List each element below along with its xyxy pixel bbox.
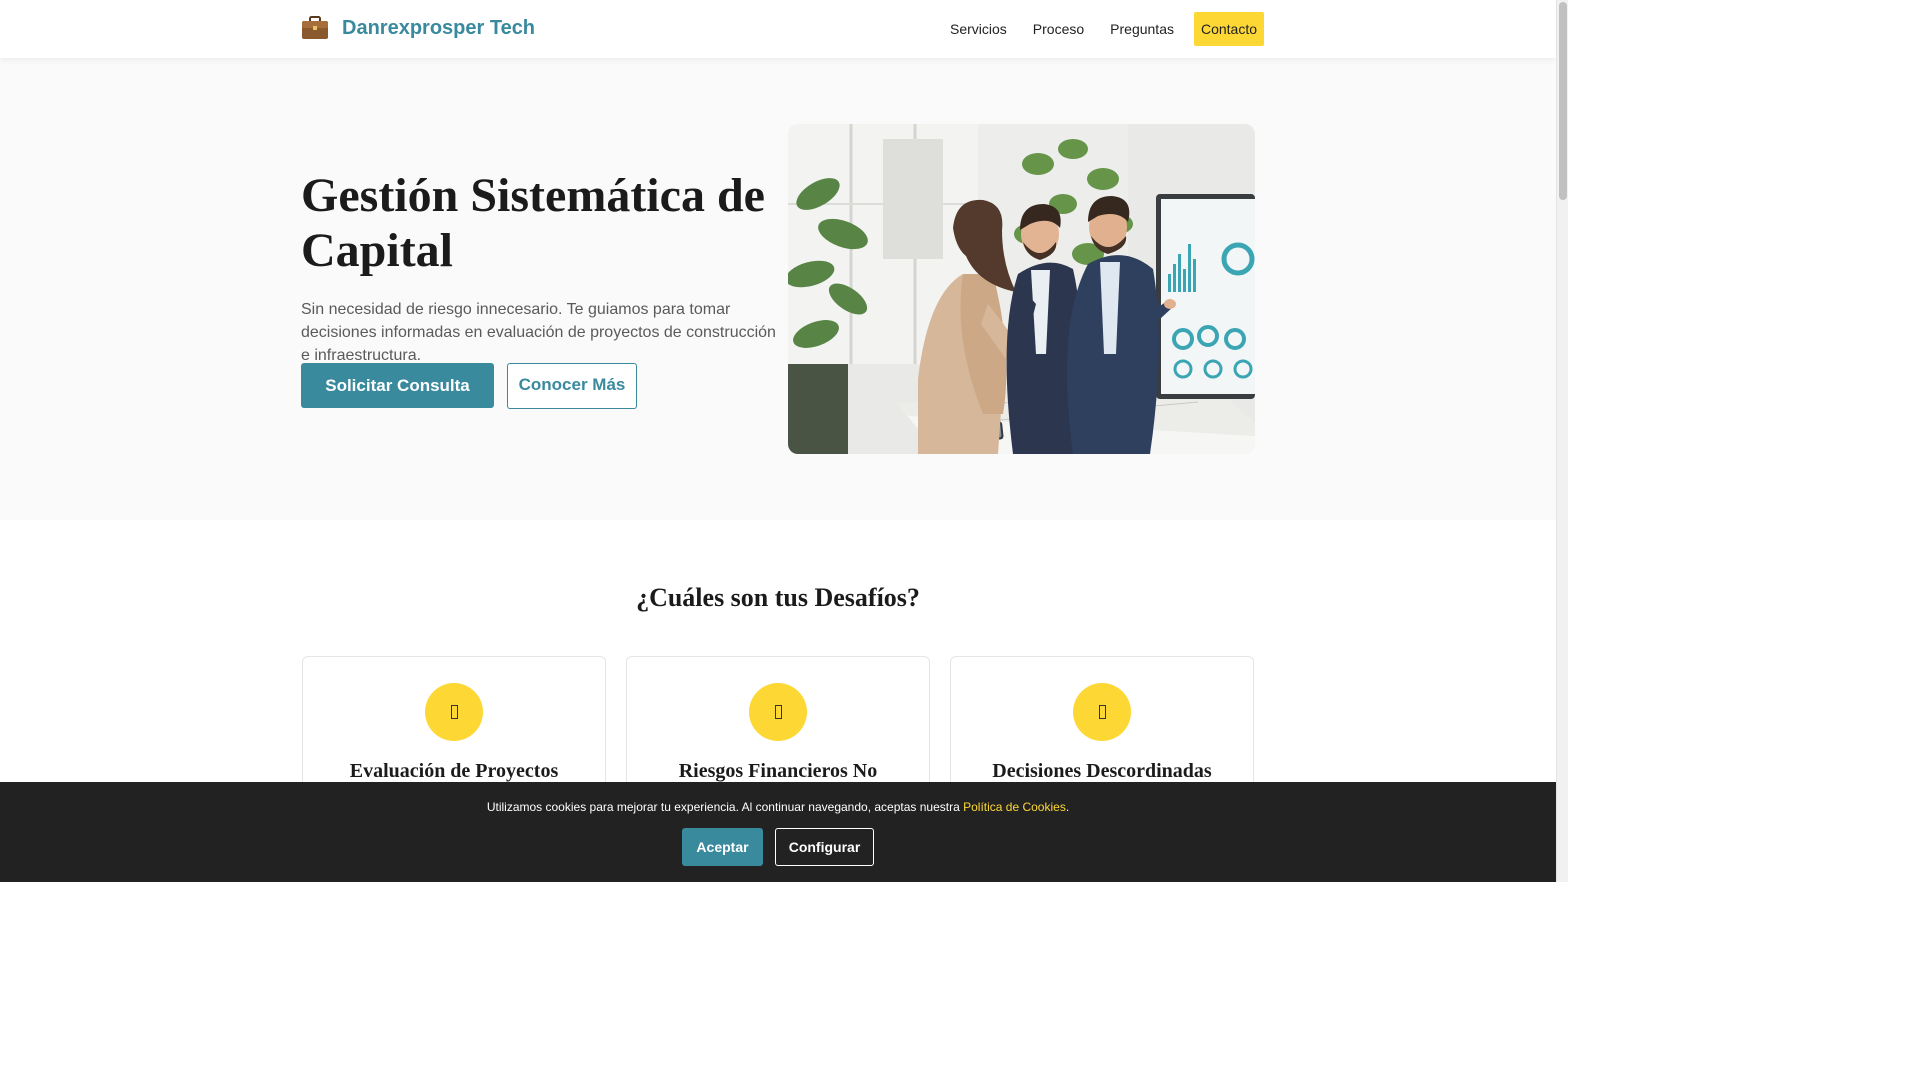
nav-link-proceso[interactable]: Proceso — [1023, 12, 1094, 46]
challenge-icon-circle — [749, 683, 807, 741]
cookie-banner: Utilizamos cookies para mejorar tu exper… — [0, 782, 1556, 882]
challenge-icon-circle — [1073, 683, 1131, 741]
missing-glyph-icon — [774, 705, 782, 719]
hero-section: Gestión Sistemática de Capital Sin neces… — [0, 58, 1556, 520]
nav-link-servicios[interactable]: Servicios — [940, 12, 1017, 46]
challenges-title: ¿Cuáles son tus Desafíos? — [636, 583, 920, 612]
brand-name: Danrexprosper Tech — [342, 16, 536, 39]
missing-glyph-icon — [1098, 705, 1106, 719]
hero-image — [788, 124, 1255, 454]
cookie-configure-button[interactable]: Configurar — [775, 828, 874, 866]
nav-link-preguntas[interactable]: Preguntas — [1100, 12, 1184, 46]
brand-logo[interactable]: Danrexprosper Tech — [301, 16, 535, 40]
office-meeting-illustration — [788, 124, 1255, 454]
challenge-card-title: Decisiones Descordinadas — [992, 760, 1212, 782]
request-consultation-button[interactable]: Solicitar Consulta — [301, 363, 494, 408]
cookie-policy-link[interactable]: Política de Cookies — [963, 800, 1066, 814]
hero-description: Sin necesidad de riesgo innecesario. Te … — [301, 301, 776, 364]
cookie-message: Utilizamos cookies para mejorar tu exper… — [0, 800, 1556, 814]
page: Danrexprosper Tech Servicios Proceso Pre… — [0, 0, 1556, 882]
cookie-text: Utilizamos cookies para mejorar tu exper… — [486, 800, 964, 814]
main-nav: Servicios Proceso Preguntas Contacto — [940, 12, 1265, 46]
learn-more-button[interactable]: Conocer Más — [507, 363, 637, 409]
challenge-card-title: Riesgos Financieros No — [678, 760, 878, 782]
page-scrollbar[interactable] — [1556, 0, 1568, 882]
hero-title: Gestión Sistemática de Capital — [301, 169, 765, 277]
nav-contact-button[interactable]: Contacto — [1193, 12, 1265, 46]
briefcase-icon — [302, 16, 328, 39]
scrollbar-thumb[interactable] — [1559, 2, 1567, 200]
missing-glyph-icon — [450, 705, 458, 719]
challenge-card-title: Evaluación de Proyectos — [349, 760, 559, 782]
cookie-accept-button[interactable]: Aceptar — [682, 828, 763, 866]
challenge-icon-circle — [425, 683, 483, 741]
cookie-text-suffix: . — [1065, 800, 1070, 814]
site-header: Danrexprosper Tech Servicios Proceso Pre… — [0, 0, 1556, 58]
